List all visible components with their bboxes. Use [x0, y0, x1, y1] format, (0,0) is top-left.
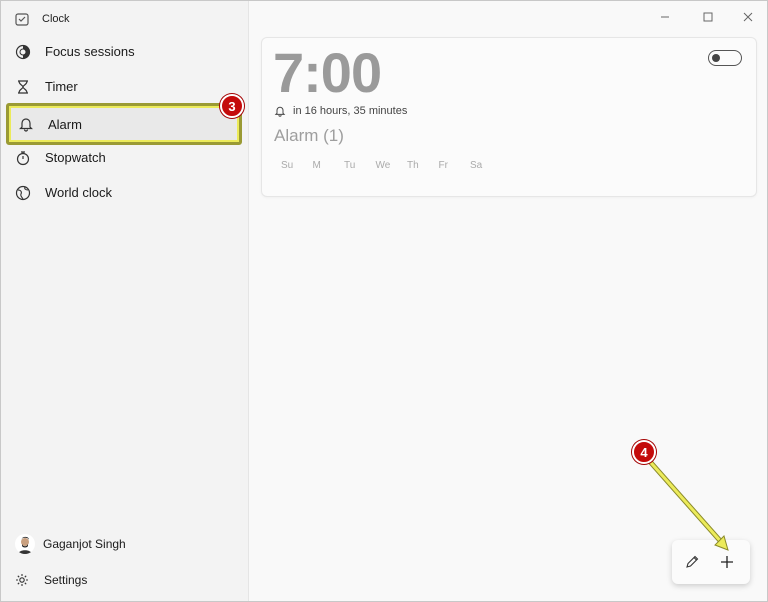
step-arrow: [643, 454, 729, 551]
step-4-badge: 4: [632, 440, 656, 464]
clock-window: Clock Focus sessions Timer Alarm 3 Stopw…: [0, 0, 768, 602]
